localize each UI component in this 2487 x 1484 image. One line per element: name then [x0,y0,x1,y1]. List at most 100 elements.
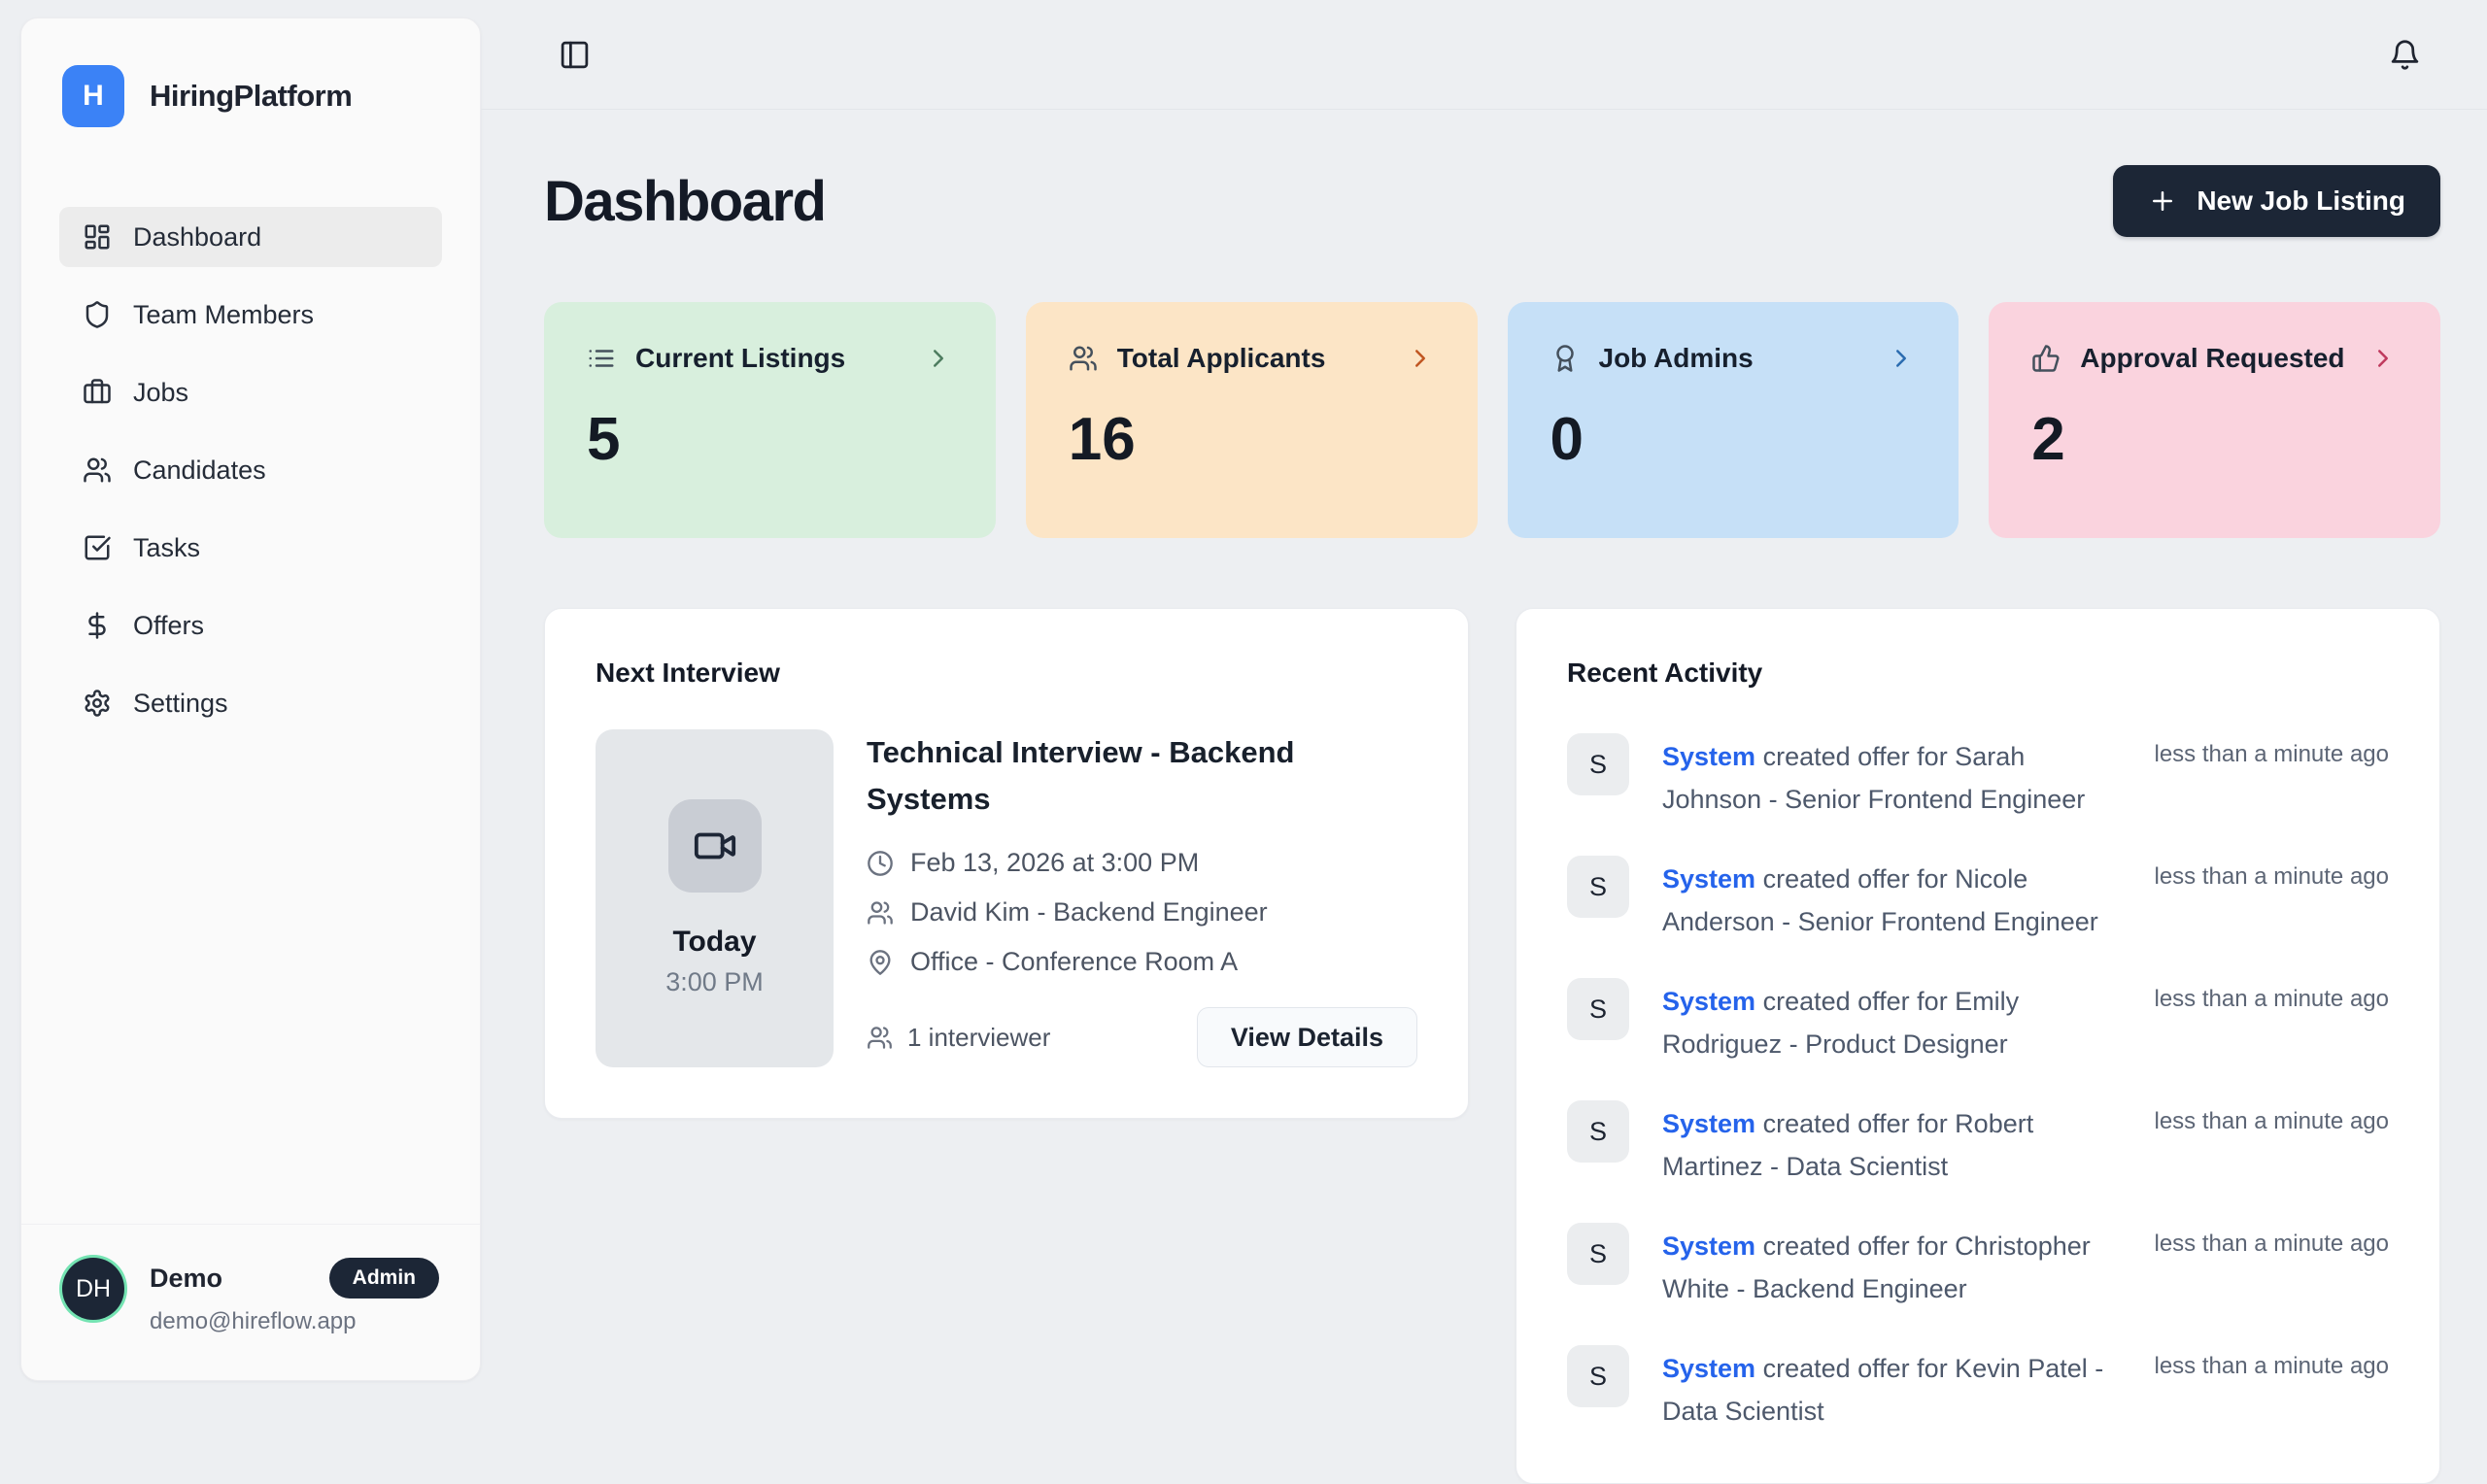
briefcase-icon [83,378,112,407]
sidebar-item-tasks[interactable]: Tasks [59,518,442,578]
stats-row: Current Listings 5 Total Applicants [544,302,2440,538]
activity-actor-link[interactable]: System [1662,1231,1755,1261]
activity-actor-link[interactable]: System [1662,742,1755,771]
sidebar-item-label: Team Members [133,300,314,330]
activity-message: System created offer for Emily Rodriguez… [1662,978,2122,1065]
stat-card-current-listings[interactable]: Current Listings 5 [544,302,996,538]
map-pin-icon [867,949,894,976]
interview-title: Technical Interview - Backend Systems [867,729,1333,823]
sidebar-item-settings[interactable]: Settings [59,673,442,733]
stat-value: 5 [587,405,953,474]
layout-dashboard-icon [83,222,112,252]
view-details-button[interactable]: View Details [1197,1007,1417,1067]
activity-avatar: S [1567,1223,1629,1285]
activity-avatar: S [1567,1345,1629,1407]
activity-timestamp: less than a minute ago [2155,1223,2390,1258]
activity-timestamp: less than a minute ago [2155,1345,2390,1380]
settings-icon [83,689,112,718]
activity-message: System created offer for Nicole Anderson… [1662,856,2122,943]
user-name: Demo [150,1264,222,1294]
stat-card-approval-requested[interactable]: Approval Requested 2 [1989,302,2440,538]
page-title: Dashboard [544,169,825,234]
activity-timestamp: less than a minute ago [2155,856,2390,891]
recent-activity-card: Recent Activity S System created offer f… [1516,608,2440,1484]
users-icon [867,1025,893,1051]
users-icon [83,455,112,485]
stat-card-total-applicants[interactable]: Total Applicants 16 [1026,302,1478,538]
activity-message: System created offer for Christopher Whi… [1662,1223,2122,1310]
stat-card-job-admins[interactable]: Job Admins 0 [1508,302,1959,538]
bell-icon [2389,39,2421,71]
interview-location: Office - Conference Room A [910,947,1238,977]
new-job-listing-button[interactable]: New Job Listing [2113,165,2440,237]
chevron-right-icon [1406,344,1435,373]
sidebar-nav: Dashboard Team Members Jobs Candidates T… [21,207,480,733]
activity-list: S System created offer for Sarah Johnson… [1567,733,2389,1433]
activity-timestamp: less than a minute ago [2155,1100,2390,1135]
main-area: Dashboard New Job Listing Current Listin… [481,0,2487,1399]
users-icon [867,899,894,927]
topbar [481,0,2487,110]
interview-interviewer: David Kim - Backend Engineer [910,897,1268,928]
sidebar-item-jobs[interactable]: Jobs [59,362,442,422]
next-interview-card: Next Interview Today 3:00 PM Technical I… [544,608,1469,1119]
sidebar-item-label: Dashboard [133,222,261,253]
sidebar-item-label: Offers [133,611,204,641]
activity-actor-link[interactable]: System [1662,864,1755,894]
sidebar-item-label: Candidates [133,455,266,486]
chevron-right-icon [924,344,953,373]
sidebar-toggle-button[interactable] [559,39,591,71]
user-menu[interactable]: DH Demo Admin demo@hireflow.app [21,1224,480,1380]
activity-item: S System created offer for Emily Rodrigu… [1567,978,2389,1065]
stat-label: Approval Requested [2080,343,2344,374]
role-badge: Admin [329,1258,439,1298]
stat-label: Total Applicants [1117,343,1326,374]
dashboard-content: Dashboard New Job Listing Current Listin… [481,165,2487,1484]
activity-avatar: S [1567,978,1629,1040]
panel-left-icon [559,39,591,71]
stat-label: Job Admins [1599,343,1754,374]
activity-actor-link[interactable]: System [1662,987,1755,1016]
chevron-right-icon [1887,344,1916,373]
shield-icon [83,300,112,329]
thumbs-up-icon [2031,344,2061,373]
list-icon [587,344,616,373]
sidebar-item-label: Tasks [133,533,200,563]
activity-item: S System created offer for Christopher W… [1567,1223,2389,1310]
activity-timestamp: less than a minute ago [2155,978,2390,1013]
sidebar-item-label: Jobs [133,378,188,408]
sidebar-item-dashboard[interactable]: Dashboard [59,207,442,267]
activity-avatar: S [1567,856,1629,918]
sidebar: H HiringPlatform Dashboard Team Members … [20,17,481,1381]
activity-actor-link[interactable]: System [1662,1354,1755,1383]
interview-datetime: Feb 13, 2026 at 3:00 PM [910,848,1199,878]
sidebar-item-offers[interactable]: Offers [59,595,442,656]
activity-actor-link[interactable]: System [1662,1109,1755,1138]
sidebar-item-label: Settings [133,689,228,719]
stat-value: 2 [2031,405,2398,474]
recent-activity-title: Recent Activity [1567,658,2389,689]
clock-icon [867,850,894,877]
brand-logo-icon: H [62,65,124,127]
interview-day: Today [672,926,756,959]
stat-value: 16 [1069,405,1435,474]
award-icon [1550,344,1580,373]
activity-timestamp: less than a minute ago [2155,733,2390,768]
users-icon [1069,344,1098,373]
notifications-button[interactable] [2389,39,2421,71]
activity-item: S System created offer for Nicole Anders… [1567,856,2389,943]
activity-item: S System created offer for Sarah Johnson… [1567,733,2389,821]
activity-avatar: S [1567,733,1629,795]
dollar-sign-icon [83,611,112,640]
brand-name: HiringPlatform [150,79,352,114]
brand: H HiringPlatform [21,18,480,127]
activity-message: System created offer for Sarah Johnson -… [1662,733,2122,821]
sidebar-item-team-members[interactable]: Team Members [59,285,442,345]
stat-label: Current Listings [635,343,845,374]
square-check-icon [83,533,112,562]
user-email: demo@hireflow.app [150,1308,439,1335]
chevron-right-icon [2368,344,2398,373]
video-icon [668,799,762,893]
sidebar-item-candidates[interactable]: Candidates [59,440,442,500]
activity-message: System created offer for Kevin Patel - D… [1662,1345,2122,1433]
